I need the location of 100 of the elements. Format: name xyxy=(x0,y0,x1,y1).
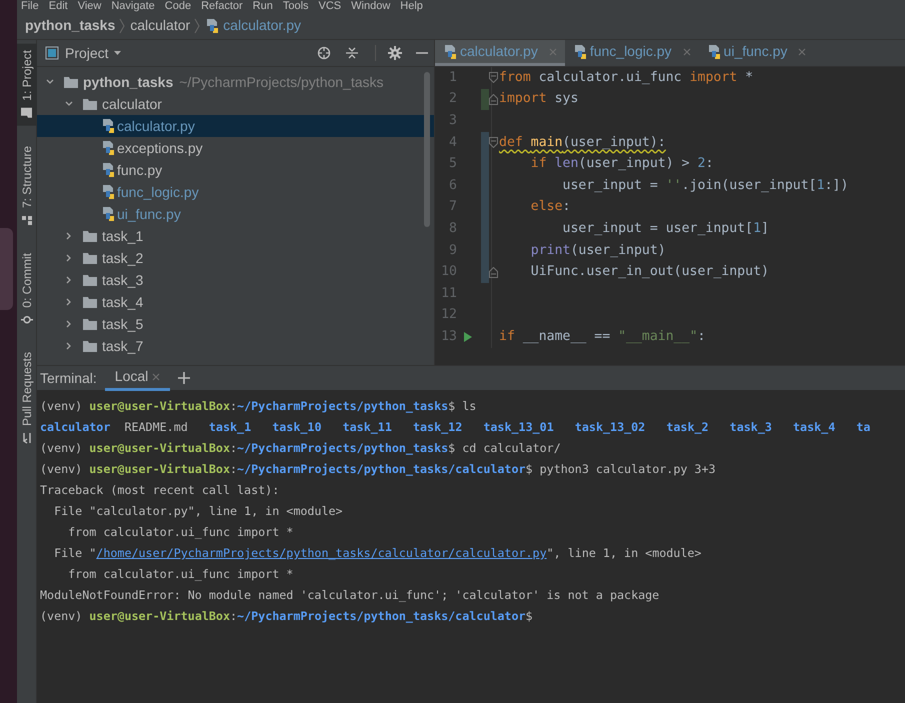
code-line: import sys xyxy=(499,90,578,108)
menu-item[interactable]: Edit xyxy=(48,0,68,12)
editor-tab[interactable]: ui_func.py xyxy=(698,40,814,66)
locate-icon[interactable] xyxy=(317,46,331,60)
tree-item[interactable]: task_1 xyxy=(37,225,434,247)
folder-icon xyxy=(82,229,98,243)
tree-item[interactable]: task_3 xyxy=(37,269,434,291)
python-file-icon xyxy=(572,44,587,60)
panel-title: Terminal: xyxy=(40,368,97,388)
breadcrumb-item[interactable]: python_tasks xyxy=(25,15,116,36)
close-icon[interactable] xyxy=(152,372,160,380)
line-number: 12 xyxy=(440,306,457,324)
python-file-icon xyxy=(706,44,721,60)
fold-icon[interactable] xyxy=(489,137,498,148)
run-icon[interactable] xyxy=(463,330,473,343)
fold-icon[interactable] xyxy=(489,94,498,105)
line-number: 2 xyxy=(448,90,457,108)
python-file-icon xyxy=(443,44,457,60)
line-number: 10 xyxy=(440,263,457,282)
folder-icon xyxy=(82,295,98,309)
tree-item[interactable]: func.py xyxy=(37,159,434,181)
close-icon[interactable] xyxy=(798,48,806,56)
code-line: if __name__ == "__main__": xyxy=(499,328,706,346)
python-file-icon xyxy=(101,118,115,134)
add-icon[interactable] xyxy=(178,372,190,384)
fold-icon[interactable] xyxy=(489,266,498,278)
scrollbar-thumb[interactable] xyxy=(424,72,430,227)
folder-icon xyxy=(63,75,79,89)
editor-tab[interactable]: func_logic.py xyxy=(564,40,699,66)
terminal-line: File "/home/user/PycharmProjects/python_tasks/calculator/calculator.py", line 1, in <module> xyxy=(53,545,702,562)
code-line: from calculator.ui_func import * xyxy=(499,68,754,87)
line-number: 11 xyxy=(440,284,457,303)
terminal-line: (venv) user@user-VirtualBox:~/PycharmProjects/python_tasks/calculator$ xyxy=(40,608,534,625)
tree-item[interactable]: func_logic.py xyxy=(37,181,434,203)
breadcrumb-item[interactable]: calculator xyxy=(130,15,190,36)
chevron-separator-icon xyxy=(194,18,202,34)
line-number: 4 xyxy=(448,134,457,152)
tree-item[interactable]: python_tasks ~/PycharmProjects/python_tasks xyxy=(37,71,434,93)
caret-icon xyxy=(112,50,122,56)
tool-window-tab[interactable]: 7: Structure xyxy=(17,140,37,233)
line-number: 8 xyxy=(448,220,457,238)
terminal-line: calculator README.md task_1 task_10 task_11 task_12 task_13_01 task_13_02 task_2 task_3 task_4 ta xyxy=(40,419,872,436)
line-number: 6 xyxy=(448,176,457,195)
pull-request-icon xyxy=(21,431,33,446)
tree-item[interactable]: exceptions.py xyxy=(37,137,434,159)
code-line: UiFunc.user_in_out(user_input) xyxy=(530,263,769,282)
line-number: 3 xyxy=(448,112,457,130)
tree-item[interactable]: ui_func.py xyxy=(37,203,434,225)
menu-item[interactable]: Run xyxy=(252,0,273,12)
menu-item[interactable]: Code xyxy=(164,0,192,12)
tree-item[interactable]: task_5 xyxy=(37,313,434,335)
menu-item[interactable]: Tools xyxy=(282,0,309,12)
terminal-line: ModuleNotFoundError: No module named 'calculator.ui_func'; 'calculator' is not a package xyxy=(40,587,660,604)
tree-item[interactable]: task_2 xyxy=(37,247,434,269)
tree-item[interactable]: task_7 xyxy=(37,335,434,357)
tree-item[interactable]: calculator.py xyxy=(37,115,434,137)
folder-icon xyxy=(21,106,33,120)
menu-item[interactable]: Refactor xyxy=(201,0,243,12)
line-number: 5 xyxy=(448,155,457,174)
folder-icon xyxy=(82,97,98,111)
code-line: else: xyxy=(530,198,570,216)
tree-item[interactable]: calculator xyxy=(37,93,434,115)
python-file-icon xyxy=(101,206,115,222)
line-number: 7 xyxy=(448,198,457,216)
line-number: 1 xyxy=(448,68,457,87)
tool-window-tab[interactable]: 1: Project xyxy=(17,44,37,126)
menu-item[interactable]: File xyxy=(21,0,39,12)
terminal-line: from calculator.ui_func import * xyxy=(67,566,294,583)
breadcrumb-item[interactable]: calculator.py xyxy=(223,15,301,36)
close-icon[interactable] xyxy=(682,48,691,56)
folder-icon xyxy=(82,251,98,265)
fold-icon[interactable] xyxy=(489,72,498,84)
line-number: 9 xyxy=(448,242,457,260)
tool-window-tab[interactable]: Pull Requests xyxy=(17,346,37,452)
python-file-icon xyxy=(101,162,115,178)
terminal-line: File "calculator.py", line 1, in <module> xyxy=(53,503,344,520)
project-view-dropdown[interactable]: Project xyxy=(65,46,122,60)
tree-item[interactable]: task_4 xyxy=(37,291,434,313)
terminal-line: (venv) user@user-VirtualBox:~/PycharmProjects/python_tasks$ cd calculator/ xyxy=(40,440,562,457)
python-file-icon xyxy=(101,140,115,156)
terminal-line: (venv) user@user-VirtualBox:~/PycharmProjects/python_tasks/calculator$ python3 calculator.py 3+3 xyxy=(40,461,717,478)
menu-item[interactable]: View xyxy=(78,0,102,12)
menu-item[interactable]: Window xyxy=(351,0,390,12)
collapse-all-icon[interactable] xyxy=(345,46,359,60)
terminal-line: Traceback (most recent call last): xyxy=(40,482,280,499)
settings-icon[interactable] xyxy=(388,46,402,60)
tool-window-tab[interactable]: 0: Commit xyxy=(17,246,37,332)
code-line: user_input = user_input[1] xyxy=(562,220,769,238)
menu-item[interactable]: VCS xyxy=(318,0,342,12)
menu-item[interactable]: Navigate xyxy=(111,0,155,12)
terminal-tab[interactable]: Local xyxy=(104,366,170,390)
folder-icon xyxy=(82,339,98,353)
terminal-line: (venv) user@user-VirtualBox:~/PycharmProjects/python_tasks$ ls xyxy=(40,398,478,415)
terminal-line: from calculator.ui_func import * xyxy=(67,524,294,541)
menu-item[interactable]: Help xyxy=(400,0,423,12)
file-link[interactable]: /home/user/PycharmProjects/python_tasks/calculator/calculator.py xyxy=(96,546,547,560)
line-number: 13 xyxy=(440,328,457,346)
folder-icon xyxy=(82,317,98,331)
folder-icon xyxy=(82,273,98,287)
chevron-separator-icon xyxy=(119,18,126,34)
